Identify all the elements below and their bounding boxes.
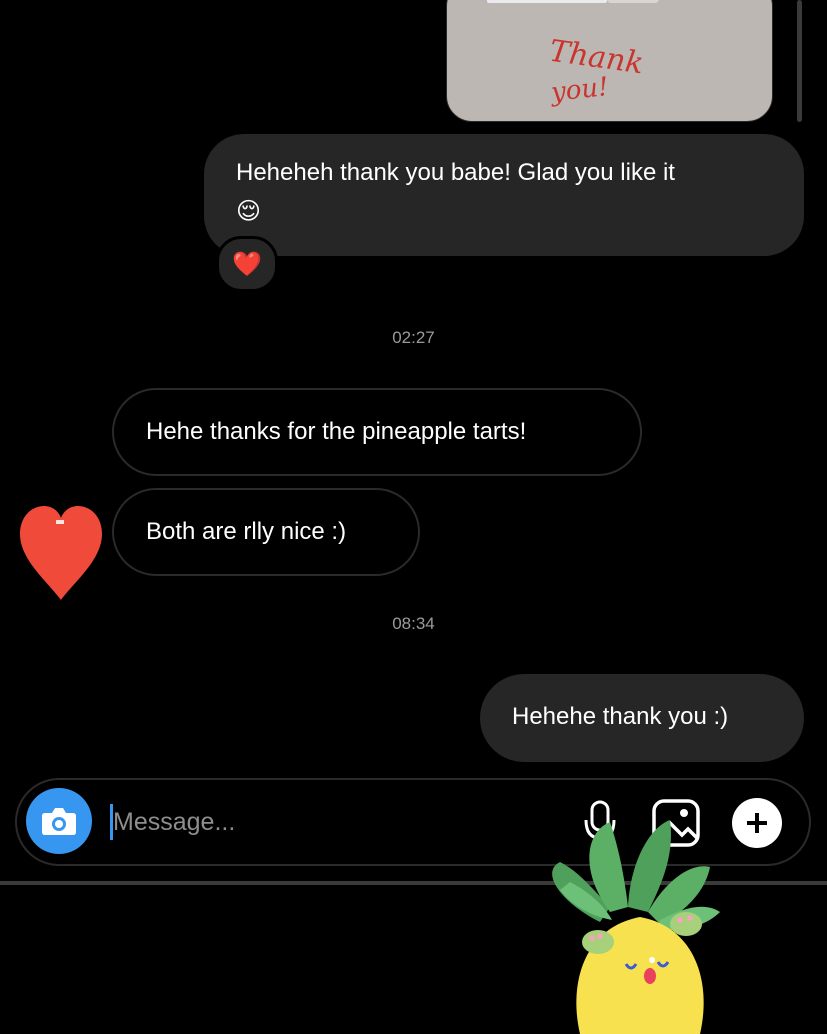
- message-text: Both are rlly nice :): [146, 518, 347, 545]
- heart-reaction[interactable]: ❤️: [216, 236, 278, 292]
- outgoing-message-bubble[interactable]: Hehehe thank you :): [480, 674, 804, 762]
- image-object: [607, 0, 659, 3]
- relieved-face-emoji: 😌: [236, 198, 262, 225]
- plus-icon: [747, 813, 767, 833]
- timestamp: 08:34: [392, 614, 435, 633]
- heart-reaction-icon: ❤️: [232, 250, 262, 278]
- incoming-message-bubble[interactable]: Hehe thanks for the pineapple tarts!: [112, 388, 642, 476]
- heart-sticker-icon: [20, 506, 102, 600]
- outgoing-message-bubble[interactable]: Heheheh thank you babe! Glad you like it…: [204, 134, 804, 256]
- image-card-strip: [487, 0, 607, 3]
- scrollbar[interactable]: [797, 0, 802, 122]
- incoming-message-bubble[interactable]: Both are rlly nice :): [112, 488, 420, 576]
- message-text: Hehehe thank you :): [512, 703, 729, 730]
- camera-button[interactable]: [26, 788, 92, 854]
- pineapple-sticker-icon: [552, 820, 720, 1034]
- message-input[interactable]: [113, 800, 553, 844]
- timestamp: 02:27: [392, 328, 435, 347]
- image-message[interactable]: Thank you!: [446, 0, 773, 122]
- message-text: Hehe thanks for the pineapple tarts!: [146, 418, 527, 445]
- camera-icon: [42, 808, 76, 835]
- message-text: Heheheh thank you babe! Glad you like it: [236, 159, 675, 186]
- handwriting-you: you!: [549, 72, 610, 108]
